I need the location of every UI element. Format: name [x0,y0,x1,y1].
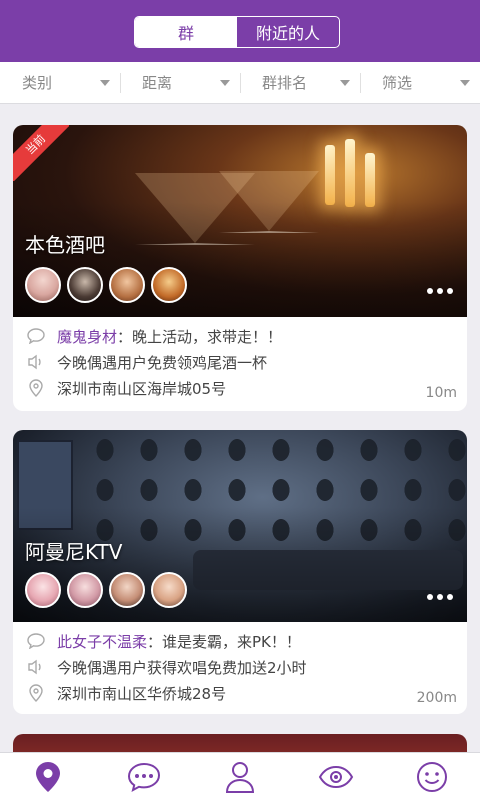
filter-label: 类别 [22,74,53,92]
eye-icon [318,765,354,788]
address-row: 深圳市南山区华侨城28号 200m [27,680,457,706]
venue-info: 此女子不温柔：谁是麦霸，来PK！！ 今晚偶遇用户获得欢唱免费加送2小时 深圳市南… [13,622,467,706]
tab-nearby-people[interactable]: 附近的人 [237,17,339,47]
segment-control: 群 附近的人 [134,16,340,48]
promo-text: 今晚偶遇用户获得欢唱免费加送2小时 [57,658,307,677]
address-row: 深圳市南山区海岸城05号 10m [27,375,457,401]
latest-message-row: 此女子不温柔：谁是麦霸，来PK！！ [27,628,455,654]
tab-discover[interactable] [288,753,384,800]
venue-photo: 阿曼尼KTV [13,430,467,622]
venue-info: 魔鬼身材：晚上活动，求带走！！ 今晚偶遇用户免费领鸡尾酒一杯 深圳市南山区海岸城… [13,317,467,401]
venue-card[interactable]: 阿曼尼KTV 此女子不温柔：谁是麦霸，来PK！！ 今晚偶遇用户获得欢唱免费加送2… [13,430,467,714]
filter-group-rank[interactable]: 群排名 [240,62,360,103]
venue-card[interactable]: 当前 本色酒吧 魔鬼身材：晚上活动，求带走！！ 今晚偶遇用户免费领鸡尾酒一杯 深… [13,125,467,411]
more-options-icon[interactable] [427,288,453,294]
venue-name: 阿曼尼KTV [25,540,123,564]
bottom-tab-bar [0,752,480,800]
promo-row: 今晚偶遇用户免费领鸡尾酒一杯 [27,349,455,375]
location-pin-icon [27,379,45,397]
venue-name: 本色酒吧 [25,233,105,257]
location-pin-icon [27,684,45,702]
caret-down-icon [460,79,470,86]
avatar[interactable] [109,572,145,608]
filter-distance[interactable]: 距离 [120,62,240,103]
speaker-icon [27,353,45,371]
avatar[interactable] [151,572,187,608]
tab-groups[interactable]: 群 [135,17,237,47]
chat-bubble-icon [27,327,45,345]
filter-label: 群排名 [262,74,308,92]
member-avatars[interactable] [25,267,187,303]
caret-down-icon [220,79,230,86]
message-author[interactable]: 魔鬼身材 [57,328,117,346]
badge-label: 当前 [13,125,69,181]
filter-category[interactable]: 类别 [0,62,120,103]
top-header: 群 附近的人 [0,0,480,62]
avatar[interactable] [151,267,187,303]
avatar[interactable] [67,572,103,608]
distance-text: 200m [416,690,457,706]
venue-photo: 当前 本色酒吧 [13,125,467,317]
smiley-icon [417,761,447,792]
address-text: 深圳市南山区海岸城05号 [57,379,227,398]
promo-text: 今晚偶遇用户免费领鸡尾酒一杯 [57,353,268,372]
caret-down-icon [340,79,350,86]
avatar[interactable] [109,267,145,303]
address-text: 深圳市南山区华侨城28号 [57,684,227,703]
person-icon [225,761,255,793]
more-options-icon[interactable] [427,594,453,600]
tab-nearby-venues[interactable] [0,753,96,800]
message-text: ：晚上活动，求带走！！ [117,327,283,346]
filter-screen[interactable]: 筛选 [360,62,480,103]
speaker-icon [27,658,45,676]
distance-text: 10m [425,385,457,401]
tab-profile[interactable] [192,753,288,800]
message-text: ：谁是麦霸，来PK！！ [147,632,301,651]
filter-label: 距离 [142,74,173,92]
avatar[interactable] [25,267,61,303]
promo-row: 今晚偶遇用户获得欢唱免费加送2小时 [27,654,455,680]
location-pin-icon [36,761,60,792]
avatar[interactable] [25,572,61,608]
message-author[interactable]: 此女子不温柔 [57,633,147,651]
chat-bubble-icon [27,632,45,650]
tab-messages[interactable] [96,753,192,800]
current-badge: 当前 [13,125,69,181]
caret-down-icon [100,79,110,86]
avatar[interactable] [67,267,103,303]
filter-bar: 类别 距离 群排名 筛选 [0,62,480,104]
latest-message-row: 魔鬼身材：晚上活动，求带走！！ [27,323,455,349]
chat-bubble-icon [127,762,161,792]
filter-label: 筛选 [382,74,413,92]
tab-me[interactable] [384,753,480,800]
member-avatars[interactable] [25,572,187,608]
